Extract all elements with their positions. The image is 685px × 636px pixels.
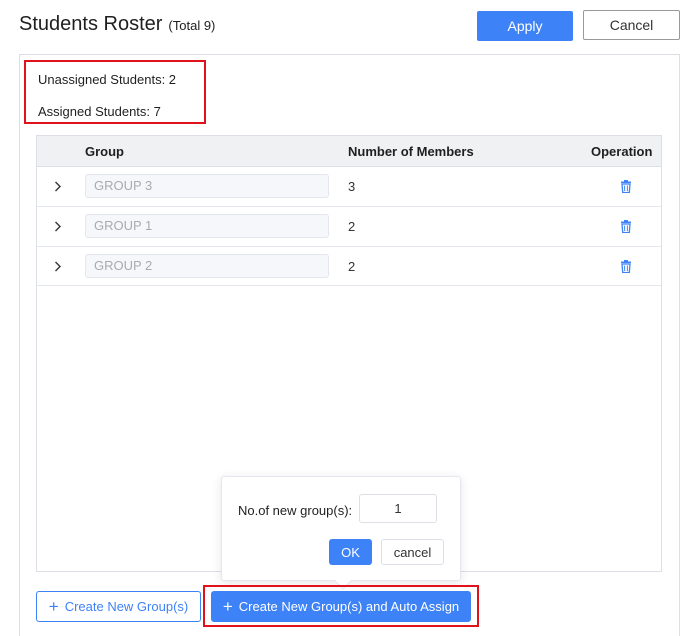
plus-icon: +: [48, 597, 59, 616]
member-count: 2: [348, 219, 356, 234]
column-header-operation: Operation: [591, 144, 653, 159]
apply-button[interactable]: Apply: [477, 11, 573, 41]
group-name-input: GROUP 1: [85, 214, 329, 238]
group-name-input: GROUP 2: [85, 254, 329, 278]
student-stats-box: Unassigned Students: 2 Assigned Students…: [24, 60, 206, 124]
cancel-button[interactable]: Cancel: [583, 10, 680, 40]
column-header-group: Group: [85, 144, 124, 159]
title-text: Students Roster: [19, 13, 163, 35]
table-row: GROUP 2 2: [37, 247, 661, 286]
total-count: (Total 9): [168, 18, 216, 33]
create-new-groups-button[interactable]: + Create New Group(s): [36, 591, 201, 622]
column-header-members: Number of Members: [348, 144, 474, 159]
create-and-auto-assign-button[interactable]: + Create New Group(s) and Auto Assign: [211, 591, 471, 622]
delete-icon[interactable]: [620, 260, 632, 274]
auto-assign-label: Create New Group(s) and Auto Assign: [238, 599, 460, 614]
assigned-students-count: Assigned Students: 7: [38, 104, 161, 119]
new-groups-popover: No.of new group(s): 1 OK cancel: [221, 476, 461, 590]
delete-icon[interactable]: [620, 220, 632, 234]
new-groups-count-input[interactable]: 1: [359, 494, 437, 523]
new-groups-label: No.of new group(s):: [238, 503, 353, 518]
member-count: 2: [348, 259, 356, 274]
students-roster-page: Students Roster (Total 9) Apply Cancel Un…: [0, 0, 685, 636]
plus-icon: +: [222, 597, 233, 616]
popover-cancel-button[interactable]: cancel: [381, 539, 444, 565]
table-header: Group Number of Members Operation: [37, 136, 661, 167]
member-count: 3: [348, 179, 356, 194]
ok-button[interactable]: OK: [329, 539, 372, 565]
page-title: Students Roster (Total 9): [19, 13, 215, 36]
chevron-right-icon[interactable]: [51, 178, 65, 194]
group-name-input: GROUP 3: [85, 174, 329, 198]
delete-icon[interactable]: [620, 180, 632, 194]
table-row: GROUP 1 2: [37, 207, 661, 247]
chevron-right-icon[interactable]: [51, 218, 65, 234]
table-row: GROUP 3 3: [37, 167, 661, 207]
unassigned-students-count: Unassigned Students: 2: [38, 72, 177, 87]
create-new-groups-label: Create New Group(s): [64, 599, 189, 614]
chevron-right-icon[interactable]: [51, 258, 65, 274]
